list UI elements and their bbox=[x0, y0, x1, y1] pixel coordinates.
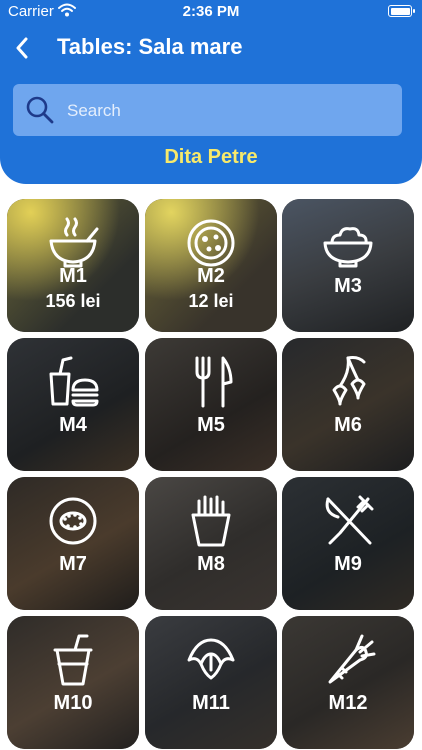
table-name: M9 bbox=[334, 553, 362, 575]
table-tile-m2[interactable]: M2 12 lei bbox=[145, 199, 277, 332]
table-tile-m4[interactable]: M4 bbox=[7, 338, 139, 471]
page-title: Tables: Sala mare bbox=[57, 34, 243, 59]
burger-drink-icon bbox=[7, 354, 139, 410]
soup-bowl-icon bbox=[7, 215, 139, 271]
table-name: M3 bbox=[334, 275, 362, 297]
kiwi-icon bbox=[7, 493, 139, 549]
cherries-icon bbox=[282, 354, 414, 410]
table-tile-m7[interactable]: M7 bbox=[7, 477, 139, 610]
crossed-utensils-icon bbox=[282, 493, 414, 549]
table-name: M7 bbox=[59, 553, 87, 575]
header: Carrier 2:36 PM Tables: Sala mare Dita P… bbox=[0, 0, 422, 184]
table-total: 156 lei bbox=[45, 291, 101, 311]
battery-icon bbox=[388, 5, 415, 17]
status-bar: Carrier 2:36 PM bbox=[0, 0, 422, 24]
table-tile-m5[interactable]: M5 bbox=[145, 338, 277, 471]
search-input[interactable] bbox=[65, 92, 389, 130]
table-total: 12 lei bbox=[188, 291, 234, 311]
clock: 2:36 PM bbox=[182, 3, 240, 20]
table-name: M6 bbox=[334, 414, 362, 436]
table-tile-m1[interactable]: M1 156 lei bbox=[7, 199, 139, 332]
pizza-icon bbox=[145, 215, 277, 271]
table-name: M1 bbox=[59, 265, 87, 287]
salad-bowl-icon bbox=[282, 215, 414, 271]
table-name: M10 bbox=[53, 692, 93, 714]
waiter-name: Dita Petre bbox=[164, 146, 258, 168]
search-icon bbox=[25, 95, 55, 130]
back-button[interactable] bbox=[6, 32, 38, 64]
table-tile-m3[interactable]: M3 bbox=[282, 199, 414, 332]
table-name: M11 bbox=[192, 692, 230, 714]
table-name: M8 bbox=[197, 553, 225, 575]
table-tile-m8[interactable]: M8 bbox=[145, 477, 277, 610]
table-name: M12 bbox=[328, 692, 368, 714]
table-name: M5 bbox=[197, 414, 225, 436]
table-tile-m6[interactable]: M6 bbox=[282, 338, 414, 471]
chevron-left-icon bbox=[16, 37, 28, 59]
fork-knife-icon bbox=[145, 354, 277, 410]
carrot-icon bbox=[282, 632, 414, 688]
search-bar[interactable] bbox=[13, 84, 402, 136]
table-tile-m9[interactable]: M9 bbox=[282, 477, 414, 610]
table-name: M2 bbox=[197, 265, 225, 287]
cup-straw-icon bbox=[7, 632, 139, 688]
table-name: M4 bbox=[59, 414, 87, 436]
table-tile-m11[interactable]: M11 bbox=[145, 616, 277, 749]
table-tile-m10[interactable]: M10 bbox=[7, 616, 139, 749]
table-tile-m12[interactable]: M12 bbox=[282, 616, 414, 749]
fries-icon bbox=[145, 493, 277, 549]
croissant-icon bbox=[145, 632, 277, 688]
